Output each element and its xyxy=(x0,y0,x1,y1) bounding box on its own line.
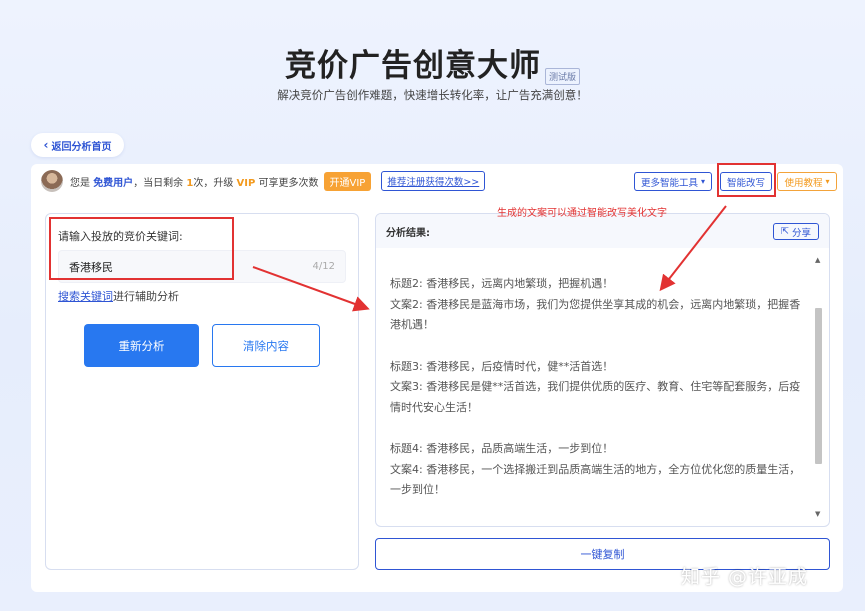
keyword-label: 请输入投放的竞价关键词: xyxy=(58,230,183,243)
user-status: 您是 免费用户，当日剩余 1次，升级 VIP 可享更多次数 xyxy=(70,177,319,189)
page-subtitle: 解决竞价广告创作难题，快速增长转化率，让广告充满创意！ xyxy=(277,88,588,102)
search-keyword-link[interactable]: 搜索关键词 xyxy=(58,290,113,303)
keyword-char-count: 4/12 xyxy=(312,261,335,272)
chevron-down-icon: ▾ xyxy=(825,177,830,186)
clear-button[interactable]: 清除内容 xyxy=(212,324,320,367)
referral-link[interactable]: 推荐注册获得次数>> xyxy=(381,171,486,191)
keyword-input[interactable]: 香港移民 4/12 xyxy=(58,250,346,283)
scroll-up-icon[interactable]: ▲ xyxy=(815,256,820,264)
chevron-left-icon: ‹ xyxy=(43,138,49,152)
back-to-home-button[interactable]: ‹ 返回分析首页 xyxy=(31,133,124,157)
result-panel: 分析结果: ⇱ 分享 标题2: 香港移民，远离内地繁琐，把握机遇！ 文案2: 香港… xyxy=(375,213,830,527)
share-button[interactable]: ⇱ 分享 xyxy=(773,223,819,240)
keyword-panel: 请输入投放的竞价关键词: 香港移民 4/12 搜索关键词进行辅助分析 重新分析 … xyxy=(45,213,359,570)
scroll-thumb[interactable] xyxy=(815,308,822,464)
reanalyze-button[interactable]: 重新分析 xyxy=(84,324,199,367)
annotation-text: 生成的文案可以通过智能改写美化文字 xyxy=(497,208,667,219)
main-card: 您是 免费用户，当日剩余 1次，升级 VIP 可享更多次数 开通VIP 推荐注册… xyxy=(31,164,843,592)
smart-rewrite-button[interactable]: 智能改写 xyxy=(720,172,772,191)
more-tools-dropdown[interactable]: 更多智能工具 ▾ xyxy=(634,172,712,191)
page-title: 竞价广告创意大师 测试版 xyxy=(0,40,865,85)
chevron-down-icon: ▾ xyxy=(701,177,706,186)
keyword-helper: 搜索关键词进行辅助分析 xyxy=(58,290,179,303)
watermark: 知乎 @许亚成 xyxy=(681,566,809,588)
tutorial-dropdown[interactable]: 使用教程 ▾ xyxy=(777,172,837,191)
open-vip-button[interactable]: 开通VIP xyxy=(323,171,372,191)
result-entry: 标题4: 香港移民，品质高端生活，一步到位！ 文案4: 香港移民，一个选择搬迁到… xyxy=(390,442,801,496)
beta-tag: 测试版 xyxy=(544,68,580,85)
avatar xyxy=(41,170,63,192)
scroll-down-icon[interactable]: ▼ xyxy=(815,510,820,518)
result-entry: 标题2: 香港移民，远离内地繁琐，把握机遇！ 文案2: 香港移民是蓝海市场，我们… xyxy=(390,277,801,331)
result-header: 分析结果: xyxy=(376,214,829,248)
share-icon: ⇱ xyxy=(781,226,789,237)
result-text: 标题2: 香港移民，远离内地繁琐，把握机遇！ 文案2: 香港移民是蓝海市场，我们… xyxy=(390,274,802,522)
result-entry: 标题3: 香港移民，后疫情时代，健**活首选！ 文案3: 香港移民是健**活首选… xyxy=(390,359,801,414)
result-scrollbar[interactable]: ▲ ▼ xyxy=(814,256,824,518)
